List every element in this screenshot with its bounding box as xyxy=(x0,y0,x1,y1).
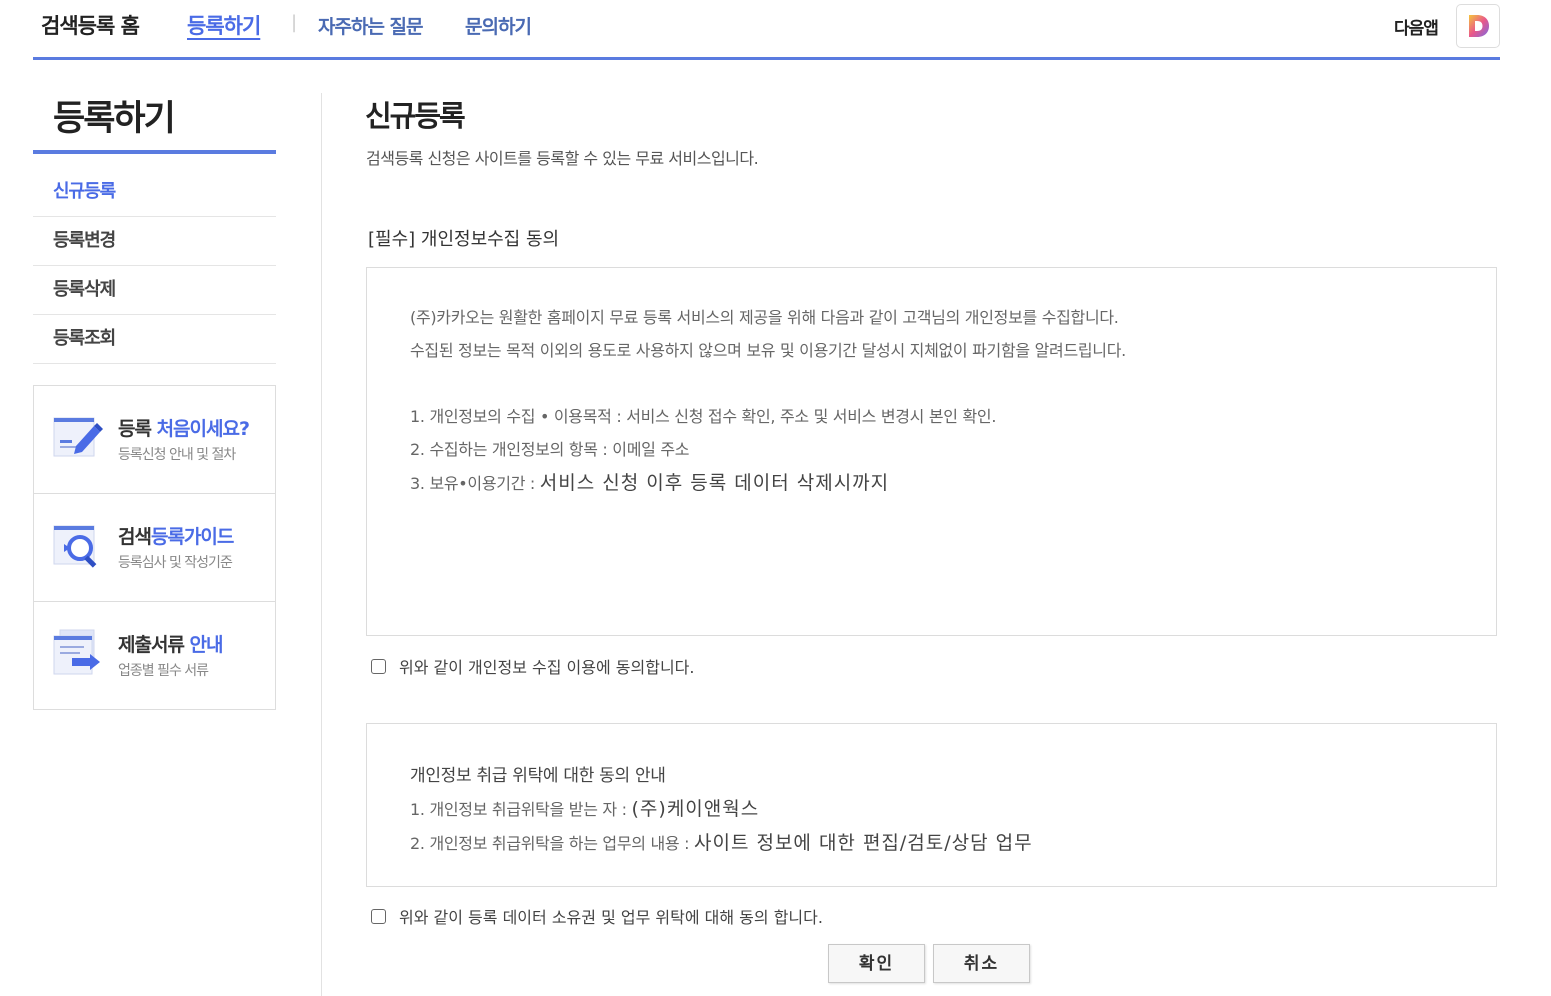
daum-app-label[interactable]: 다음앱 xyxy=(1394,14,1439,39)
confirm-button[interactable]: 확인 xyxy=(828,944,925,983)
page-description: 검색등록 신청은 사이트를 등록할 수 있는 무료 서비스입니다. xyxy=(366,149,759,168)
sidebar-item-new-registration[interactable]: 신규등록 xyxy=(33,168,276,217)
consignment-item-2: 2. 개인정보 취급위탁을 하는 업무의 내용 : 사이트 정보에 대한 편집/… xyxy=(410,832,1033,854)
sidebar-title: 등록하기 xyxy=(53,99,176,139)
documents-arrow-icon xyxy=(53,629,100,675)
nav-home-link[interactable]: 검색등록 홈 xyxy=(41,10,140,40)
nav-register-link[interactable]: 등록하기 xyxy=(187,10,261,40)
page-title: 신규등록 xyxy=(365,99,466,133)
consignment-item-1: 1. 개인정보 취급위탁을 받는 자 : (주)케이앤웍스 xyxy=(410,798,760,820)
card-registration-guide-subtitle: 등록심사 및 작성기준 xyxy=(118,555,233,571)
privacy-item-3: 3. 보유•이용기간 : 서비스 신청 이후 등록 데이터 삭제시까지 xyxy=(410,472,890,494)
nav-faq-link[interactable]: 자주하는 질문 xyxy=(318,12,423,39)
pencil-document-icon xyxy=(53,417,103,457)
card-first-time-title: 등록 처음이세요? xyxy=(118,418,250,440)
nav-contact-link[interactable]: 문의하기 xyxy=(465,12,532,39)
sidebar-menu: 신규등록 등록변경 등록삭제 등록조회 xyxy=(33,168,276,364)
card-documents-guide-title: 제출서류 안내 xyxy=(118,634,224,656)
card-registration-guide-title: 검색등록가이드 xyxy=(118,526,234,548)
daum-app-button[interactable] xyxy=(1456,4,1500,48)
daum-logo-icon xyxy=(1469,15,1489,37)
consignment-consent-checkbox[interactable] xyxy=(371,908,386,924)
card-registration-guide[interactable]: 검색등록가이드 등록심사 및 작성기준 xyxy=(34,494,275,602)
card-documents-guide-subtitle: 업종별 필수 서류 xyxy=(118,663,209,679)
privacy-intro-line-1: (주)카카오는 원활한 홈페이지 무료 등록 서비스의 제공을 위해 다음과 같… xyxy=(410,308,1119,327)
top-divider xyxy=(33,57,1500,60)
sidebar-item-delete-registration[interactable]: 등록삭제 xyxy=(33,266,276,315)
nav-separator: | xyxy=(291,12,297,33)
card-first-time[interactable]: 등록 처음이세요? 등록신청 안내 및 절차 xyxy=(34,386,275,494)
sidebar-title-underline xyxy=(33,150,276,154)
sidebar-item-change-registration[interactable]: 등록변경 xyxy=(33,217,276,266)
consignment-heading: 개인정보 취급 위탁에 대한 동의 안내 xyxy=(410,766,666,786)
consignment-info-box: 개인정보 취급 위탁에 대한 동의 안내 1. 개인정보 취급위탁을 받는 자 … xyxy=(366,723,1497,887)
magnifier-document-icon xyxy=(53,525,97,568)
consignment-consent-label[interactable]: 위와 같이 등록 데이터 소유권 및 업무 위탁에 대해 동의 합니다. xyxy=(399,904,823,928)
privacy-consent-checkbox[interactable] xyxy=(371,658,386,674)
privacy-consent-label[interactable]: 위와 같이 개인정보 수집 이용에 동의합니다. xyxy=(399,654,694,678)
sidebar-item-lookup-registration[interactable]: 등록조회 xyxy=(33,315,276,364)
sidebar-guide-cards: 등록 처음이세요? 등록신청 안내 및 절차 검색등록가이드 등록심사 및 작성… xyxy=(33,385,276,710)
privacy-terms-box: (주)카카오는 원활한 홈페이지 무료 등록 서비스의 제공을 위해 다음과 같… xyxy=(366,267,1497,636)
privacy-section-title: [필수] 개인정보수집 동의 xyxy=(368,229,560,250)
consignment-consent-row[interactable]: 위와 같이 등록 데이터 소유권 및 업무 위탁에 대해 동의 합니다. xyxy=(371,904,823,928)
privacy-item-1: 1. 개인정보의 수집 • 이용목적 : 서비스 신청 접수 확인, 주소 및 … xyxy=(410,407,997,426)
privacy-item-2: 2. 수집하는 개인정보의 항목 : 이메일 주소 xyxy=(410,440,690,459)
card-first-time-subtitle: 등록신청 안내 및 절차 xyxy=(118,447,236,463)
content-divider xyxy=(321,93,322,996)
privacy-consent-row[interactable]: 위와 같이 개인정보 수집 이용에 동의합니다. xyxy=(371,654,694,678)
cancel-button[interactable]: 취소 xyxy=(933,944,1030,983)
card-documents-guide[interactable]: 제출서류 안내 업종별 필수 서류 xyxy=(34,602,275,709)
privacy-intro-line-2: 수집된 정보는 목적 이외의 용도로 사용하지 않으며 보유 및 이용기간 달성… xyxy=(410,341,1126,360)
